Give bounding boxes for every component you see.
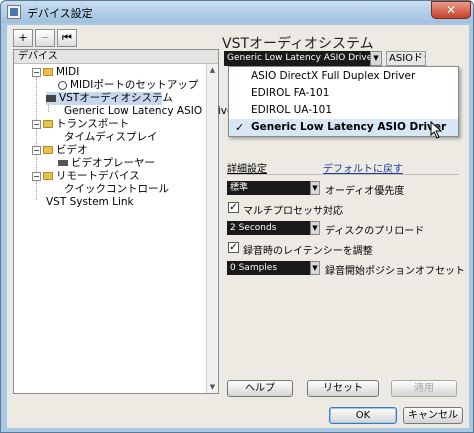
record-latency-label: 録音時のレイテンシーを調整 (243, 246, 373, 257)
record-offset-label: 録音開始ポジションオフセット (325, 266, 465, 277)
chevron-down-icon[interactable]: ▼ (370, 51, 382, 66)
audio-device-icon (46, 94, 56, 102)
help-button[interactable]: ヘルプ (227, 380, 293, 397)
folder-icon (43, 146, 53, 154)
window-title: デバイス設定 (27, 7, 93, 20)
tree-scrollbar[interactable]: ▲ ▼ (206, 64, 218, 393)
disk-preload-label: ディスクのプリロード (325, 226, 425, 237)
tree-item-time-display[interactable]: タイムディスプレイ (64, 131, 158, 144)
add-device-button[interactable]: + (13, 29, 33, 47)
collapse-toggle[interactable]: − (32, 145, 41, 155)
tree-item-midi[interactable]: − MIDI (32, 66, 79, 79)
tree-item-label: ビデオ (56, 144, 88, 156)
ok-button[interactable]: OK (329, 407, 397, 424)
tree-item-label: ビデオプレーヤー (71, 157, 155, 169)
reset-device-button[interactable]: ⏮ (57, 29, 77, 47)
tree-item-label: VSTオーディオシステム (59, 92, 173, 104)
dropdown-option[interactable]: EDIROL FA-101 (229, 85, 458, 102)
chevron-down-icon[interactable]: ▼ (310, 181, 320, 195)
reset-button[interactable]: リセット (307, 380, 379, 397)
video-icon (58, 160, 68, 166)
tree-item-transport[interactable]: − トランスポート (32, 118, 129, 131)
checkmark-icon: ✓ (235, 121, 245, 134)
asio-driver-button[interactable]: ASIOドライバ (386, 51, 426, 66)
app-icon (7, 5, 21, 19)
driver-dropdown-list: ASIO DirectX Full Duplex Driver EDIROL F… (228, 66, 459, 137)
folder-icon (43, 68, 53, 76)
cancel-button[interactable]: キャンセル (403, 407, 463, 424)
tree-item-label: トランスポート (56, 118, 130, 130)
dropdown-option-label: Generic Low Latency ASIO Driver (251, 121, 447, 133)
device-settings-window: デバイス設定 ✕ + − ⏮ デバイス − MIDI MIDIポートのセットアップ… (0, 0, 474, 433)
gear-icon (58, 80, 67, 90)
tree-item-video[interactable]: − ビデオ (32, 144, 88, 157)
tree-item-vst-audio-system[interactable]: VSTオーディオシステム (46, 92, 173, 105)
folder-icon (43, 120, 53, 128)
dropdown-option[interactable]: EDIROL UA-101 (229, 102, 458, 119)
dialog-body: + − ⏮ デバイス − MIDI MIDIポートのセットアップ VSTオーディオ… (7, 25, 469, 428)
record-latency-checkbox[interactable]: ✓ (228, 242, 239, 253)
chevron-down-icon[interactable]: ▼ (310, 221, 320, 235)
tree-toolbar: + − ⏮ (13, 29, 77, 47)
restore-defaults-link[interactable]: デフォルトに戻す (323, 160, 403, 175)
audio-priority-select[interactable]: 標準 (227, 181, 310, 195)
scroll-down-arrow-icon[interactable]: ▼ (207, 381, 218, 393)
collapse-toggle[interactable]: − (32, 171, 41, 181)
tree-item-remote-devices[interactable]: − リモートデバイス (32, 170, 140, 183)
close-button[interactable]: ✕ (431, 1, 471, 19)
tree-item-video-player[interactable]: ビデオプレーヤー (58, 157, 155, 170)
tree-header: デバイス (14, 50, 218, 64)
tree-item-label: MIDI (56, 66, 80, 78)
tree-item-label: VST System Link (46, 196, 134, 208)
folder-icon (43, 172, 53, 180)
scroll-up-arrow-icon[interactable]: ▲ (207, 64, 218, 76)
collapse-toggle[interactable]: − (32, 67, 41, 77)
tree-item-midi-port-setup[interactable]: MIDIポートのセットアップ (58, 79, 198, 92)
record-offset-input[interactable]: 0 Samples (227, 261, 310, 275)
apply-button[interactable]: 適用 (391, 380, 457, 397)
remove-device-button[interactable]: − (35, 29, 55, 47)
advanced-settings-label: 詳細設定 (227, 164, 267, 175)
audio-priority-label: オーディオ優先度 (325, 186, 405, 197)
asio-driver-select[interactable]: Generic Low Latency ASIO Driver (224, 51, 370, 66)
tree-item-label: MIDIポートのセットアップ (70, 79, 199, 91)
multiprocessor-checkbox[interactable]: ✓ (228, 202, 239, 213)
tree-item-label: クイックコントロール (64, 183, 169, 195)
title-bar[interactable]: デバイス設定 ✕ (1, 1, 473, 23)
section-title: VSTオーディオシステム (222, 36, 374, 52)
tree-item-quick-controls[interactable]: クイックコントロール (64, 183, 169, 196)
stepper-icon[interactable]: ▼ (310, 261, 320, 275)
dropdown-option-selected[interactable]: ✓ Generic Low Latency ASIO Driver (229, 119, 458, 136)
tree-item-label: タイムディスプレイ (64, 131, 158, 143)
disk-preload-select[interactable]: 2 Seconds (227, 221, 310, 235)
multiprocessor-label: マルチプロセッサ対応 (243, 206, 343, 217)
divider (227, 174, 459, 175)
mouse-cursor-icon (430, 121, 443, 139)
collapse-toggle[interactable]: − (32, 119, 41, 129)
device-tree: デバイス − MIDI MIDIポートのセットアップ VSTオーディオシステム G… (13, 49, 238, 394)
tree-item-vst-system-link[interactable]: VST System Link (46, 196, 134, 209)
tree-item-label: リモートデバイス (56, 170, 140, 182)
dropdown-option[interactable]: ASIO DirectX Full Duplex Driver (229, 68, 458, 85)
